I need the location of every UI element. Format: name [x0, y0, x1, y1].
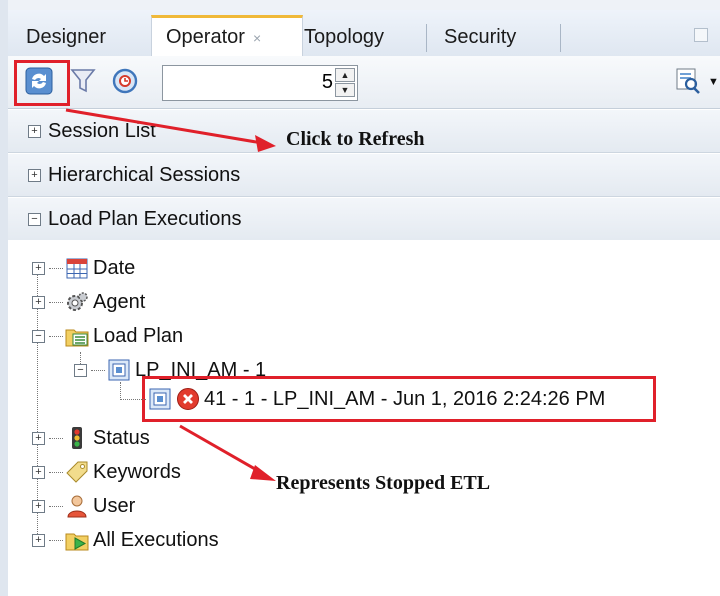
operator-window: Designer Operator × Topology Security 5 … [0, 0, 720, 596]
refresh-arrow-line [65, 108, 263, 145]
annotation-arrows [65, 108, 276, 481]
refresh-annotation: Click to Refresh [286, 128, 425, 150]
stopped-etl-annotation: Represents Stopped ETL [276, 472, 491, 494]
refresh-arrow-head [255, 135, 276, 152]
stopped-arrow-line [179, 424, 263, 475]
